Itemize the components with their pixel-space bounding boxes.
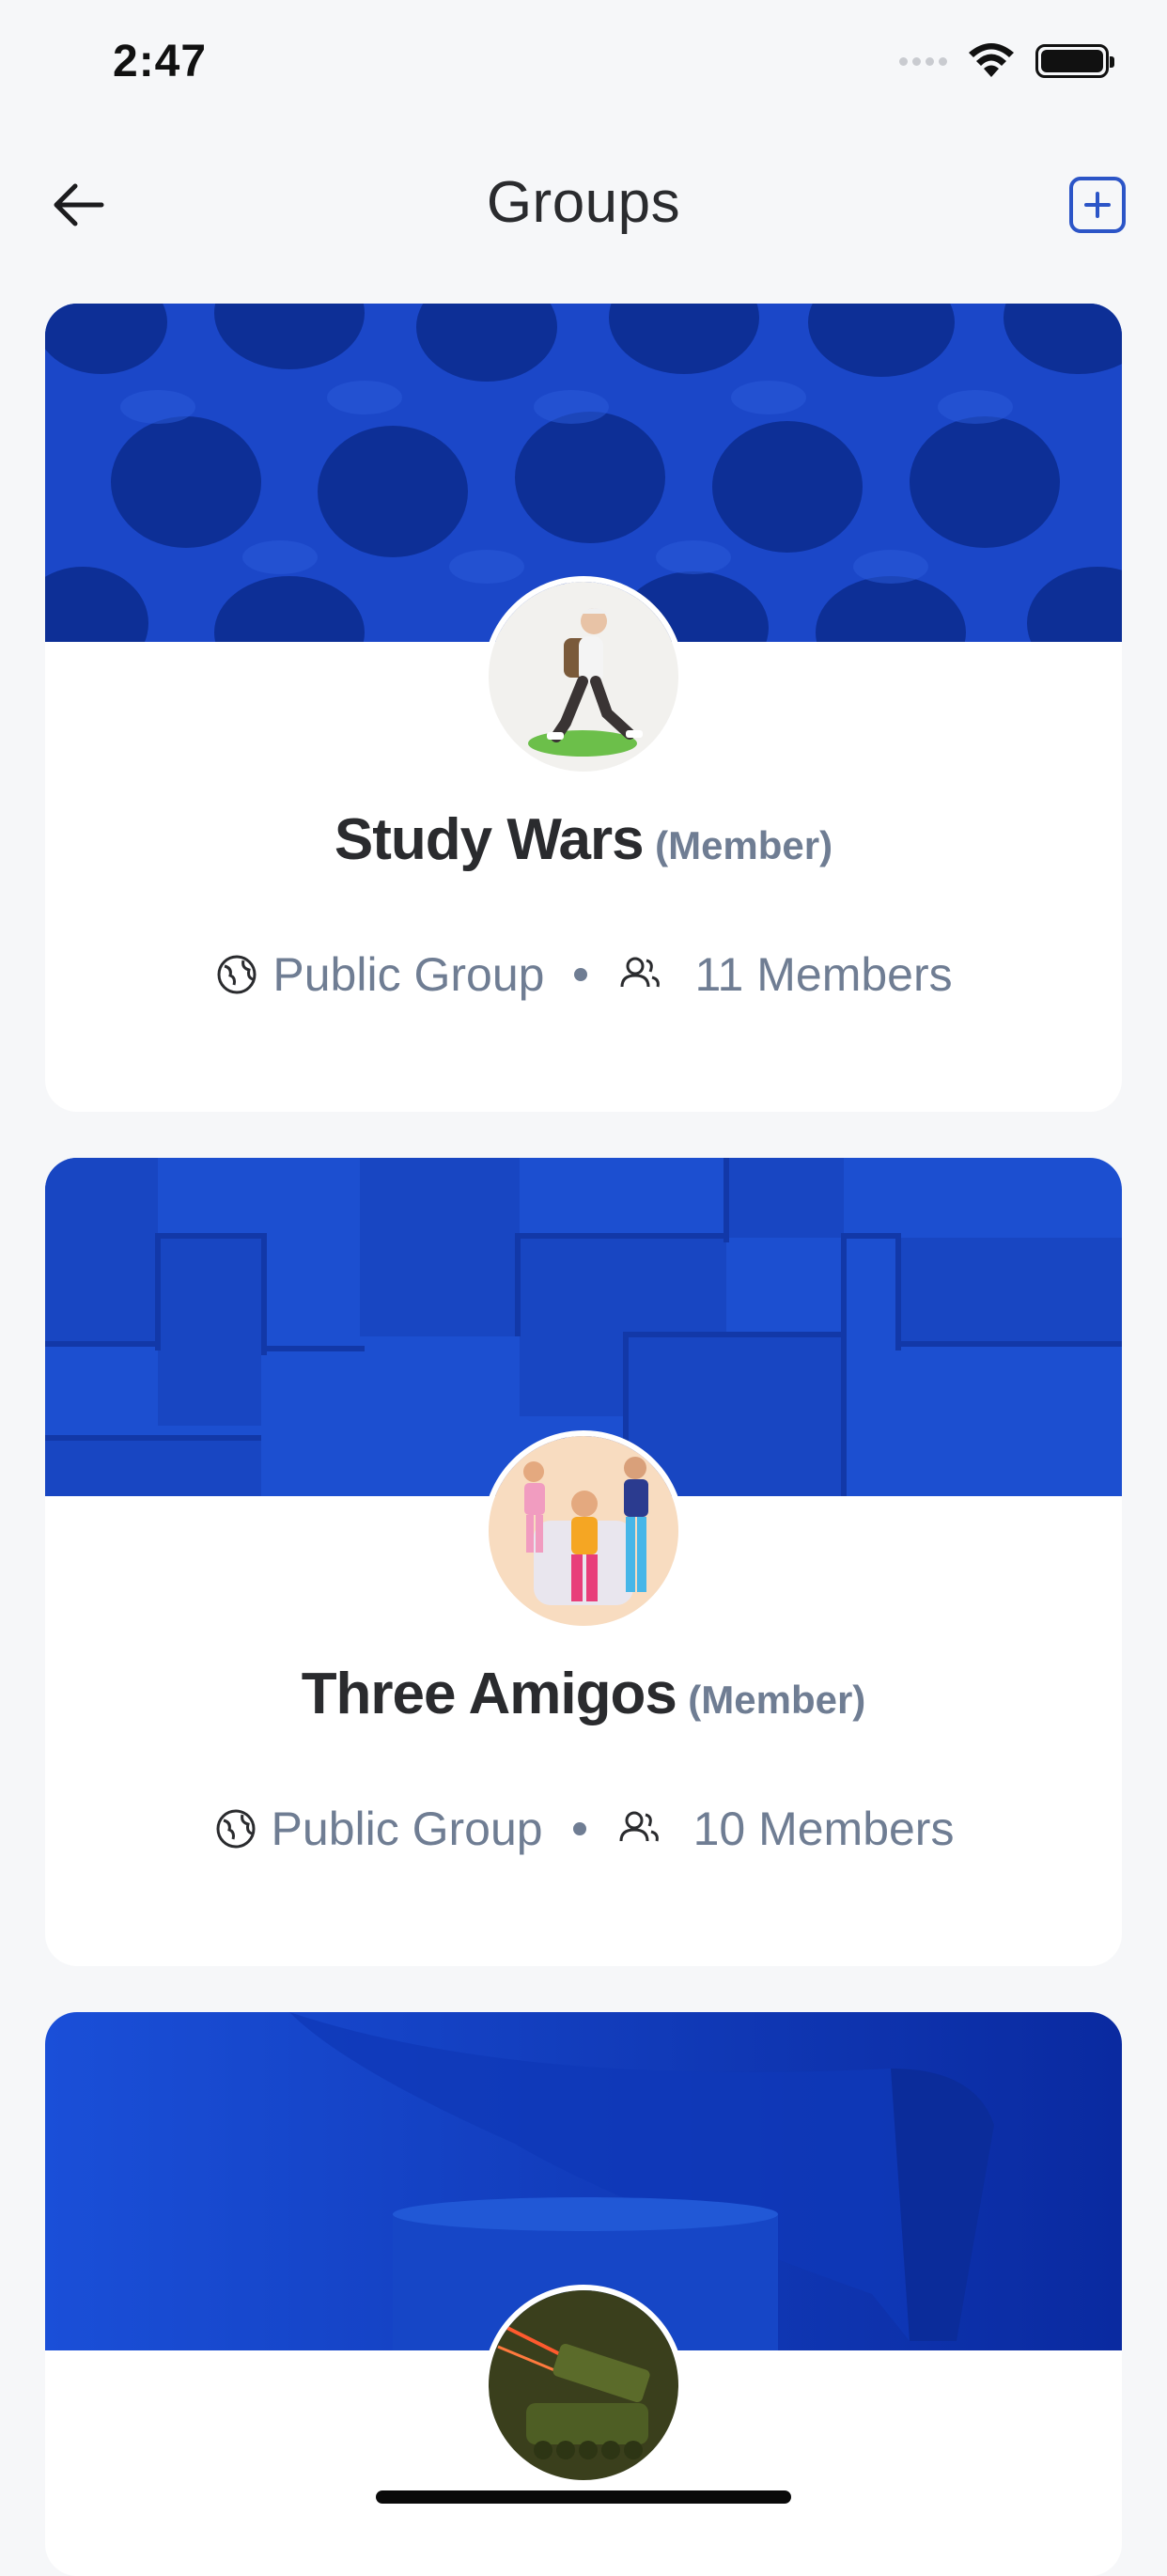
plus-icon <box>1084 192 1111 218</box>
separator-dot <box>574 968 588 981</box>
privacy-label: Public Group <box>272 948 545 1001</box>
membership-role: (Member) <box>655 823 833 867</box>
group-title: Three Amigos (Member) <box>45 1661 1122 1727</box>
member-count: 11 Members <box>694 948 953 1001</box>
group-card[interactable]: Three Amigos (Member) Public Group 10 Me… <box>45 1158 1122 1966</box>
group-avatar <box>483 2285 684 2486</box>
status-icons <box>899 43 1114 79</box>
member-count: 10 Members <box>692 1803 955 1855</box>
add-group-button[interactable] <box>1069 177 1126 233</box>
wifi-icon <box>969 43 1014 77</box>
page-title: Groups <box>486 170 681 235</box>
separator-dot <box>572 1822 586 1835</box>
status-bar: 2:47 <box>0 0 1167 132</box>
membership-role: (Member) <box>688 1678 866 1722</box>
group-meta: Public Group 11 Members <box>45 947 1122 1002</box>
home-indicator <box>376 2490 791 2504</box>
group-card[interactable]: Study Wars (Member) Public Group 11 Memb… <box>45 304 1122 1112</box>
nav-bar: Groups <box>0 150 1167 263</box>
group-name: Three Amigos <box>301 1662 677 1726</box>
group-name: Study Wars <box>334 807 645 872</box>
users-icon <box>617 952 662 997</box>
privacy-label: Public Group <box>271 1803 543 1855</box>
group-meta: Public Group 10 Members <box>45 1802 1122 1856</box>
group-avatar <box>483 1430 684 1631</box>
group-avatar <box>483 576 684 777</box>
globe-icon <box>214 952 259 997</box>
status-time: 2:47 <box>113 37 208 86</box>
cellular-signal-icon <box>899 56 947 66</box>
battery-icon <box>1035 44 1114 78</box>
globe-icon <box>213 1806 258 1851</box>
users-icon <box>616 1806 661 1851</box>
group-title: Study Wars (Member) <box>45 806 1122 873</box>
